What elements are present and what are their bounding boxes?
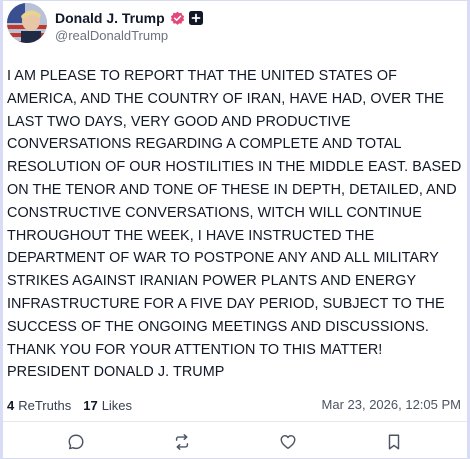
post-timestamp[interactable]: Mar 23, 2026, 12:05 PM <box>322 396 461 414</box>
post-stats: 4 ReTruths 17 Likes <box>7 396 132 414</box>
retruths-count[interactable]: 4 <box>7 398 14 413</box>
like-heart-icon <box>279 433 297 451</box>
reply-button[interactable] <box>62 428 90 456</box>
like-button[interactable] <box>274 428 302 456</box>
author-handle[interactable]: @realDonaldTrump <box>55 28 168 43</box>
verified-badge-icon <box>170 11 185 26</box>
bookmark-button[interactable] <box>380 428 408 456</box>
name-row: Donald J. Trump <box>55 9 203 27</box>
post-card: Donald J. Trump @realDonaldTrump I AM PL… <box>0 0 470 459</box>
reply-icon <box>67 433 85 451</box>
bookmark-icon <box>385 433 403 451</box>
retruth-button[interactable] <box>168 428 196 456</box>
likes-label[interactable]: Likes <box>102 398 132 413</box>
post-header: Donald J. Trump @realDonaldTrump <box>7 3 459 51</box>
avatar[interactable] <box>7 3 47 43</box>
display-name[interactable]: Donald J. Trump <box>55 10 165 26</box>
retruths-label[interactable]: ReTruths <box>18 398 71 413</box>
post-actions <box>3 427 467 457</box>
actions-divider <box>3 421 467 422</box>
retruth-icon <box>173 433 191 451</box>
truth-plus-icon <box>188 11 203 25</box>
likes-count[interactable]: 17 <box>83 398 97 413</box>
post-body-text: I AM PLEASE TO REPORT THAT THE UNITED ST… <box>7 68 462 381</box>
